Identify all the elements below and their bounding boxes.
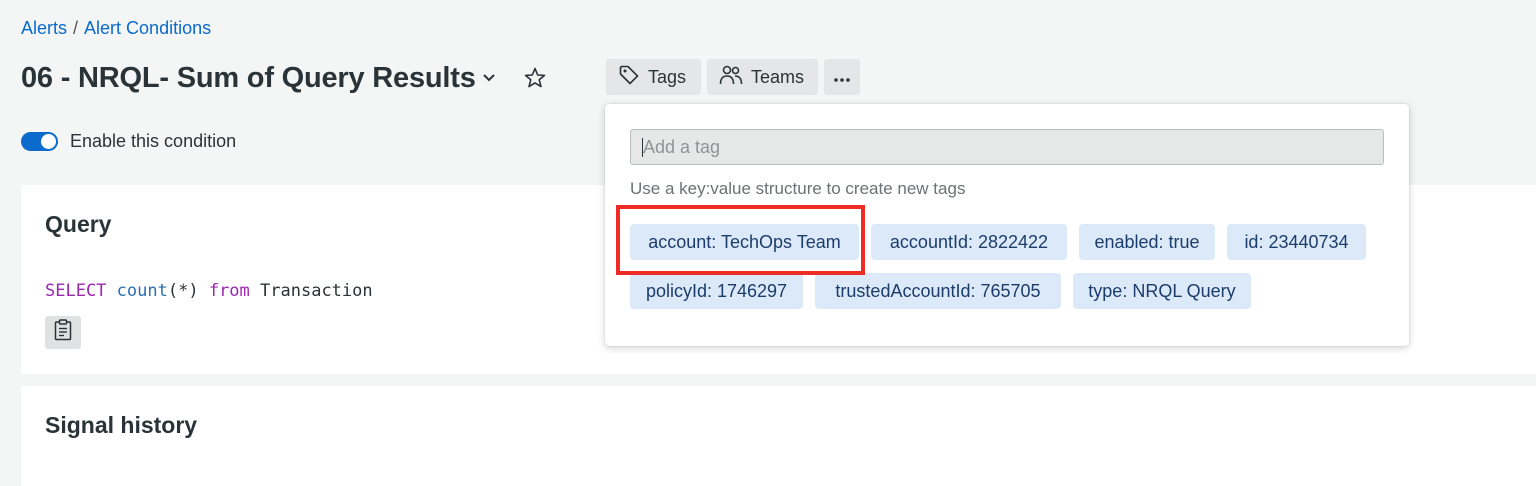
breadcrumb: Alerts / Alert Conditions: [21, 18, 211, 39]
query-card-title: Query: [45, 211, 112, 237]
breadcrumb-alert-conditions[interactable]: Alert Conditions: [84, 18, 211, 39]
tag-chip[interactable]: type: NRQL Query: [1073, 273, 1251, 309]
tags-button[interactable]: Tags: [606, 59, 701, 95]
star-icon[interactable]: [522, 65, 548, 91]
code-keyword-select: SELECT: [45, 281, 107, 301]
title-row: 06 - NRQL- Sum of Query Results: [21, 60, 548, 96]
page: Alerts / Alert Conditions 06 - NRQL- Sum…: [0, 0, 1536, 486]
tag-chip[interactable]: id: 23440734: [1227, 224, 1366, 260]
copy-query-button[interactable]: [45, 316, 81, 349]
chevron-down-icon[interactable]: [482, 71, 496, 85]
signal-history-title: Signal history: [45, 412, 198, 438]
teams-button[interactable]: Teams: [707, 59, 818, 95]
tag-help-text: Use a key:value structure to create new …: [630, 179, 966, 198]
tag-chip[interactable]: accountId: 2822422: [871, 224, 1067, 260]
text-cursor: [642, 138, 643, 157]
enable-condition-row: Enable this condition: [21, 131, 236, 152]
code-keyword-from: from: [208, 281, 250, 301]
tag-chip[interactable]: policyId: 1746297: [630, 273, 803, 309]
breadcrumb-separator: /: [73, 18, 79, 38]
highlight-annotation: [616, 205, 865, 275]
code-table: Transaction: [260, 281, 373, 301]
enable-condition-label: Enable this condition: [70, 131, 237, 151]
page-title: 06 - NRQL- Sum of Query Results: [21, 61, 476, 94]
code-function-count: count: [116, 281, 168, 301]
more-options-button[interactable]: [824, 59, 860, 95]
more-icon: [833, 67, 851, 88]
enable-condition-toggle[interactable]: [21, 132, 58, 151]
teams-button-label: Teams: [751, 66, 805, 87]
query-code: SELECT count(*) from Transaction: [45, 281, 373, 301]
signal-history-card: Signal history: [21, 386, 1536, 486]
breadcrumb-alerts[interactable]: Alerts: [21, 18, 67, 39]
people-icon: [719, 64, 743, 91]
tags-button-label: Tags: [648, 66, 687, 87]
code-arg: (*): [167, 281, 199, 301]
tag-chip[interactable]: enabled: true: [1079, 224, 1215, 260]
add-tag-input[interactable]: [630, 129, 1384, 165]
tag-chip[interactable]: trustedAccountId: 765705: [815, 273, 1061, 309]
clipboard-icon: [54, 319, 72, 346]
tag-icon: [618, 64, 640, 91]
